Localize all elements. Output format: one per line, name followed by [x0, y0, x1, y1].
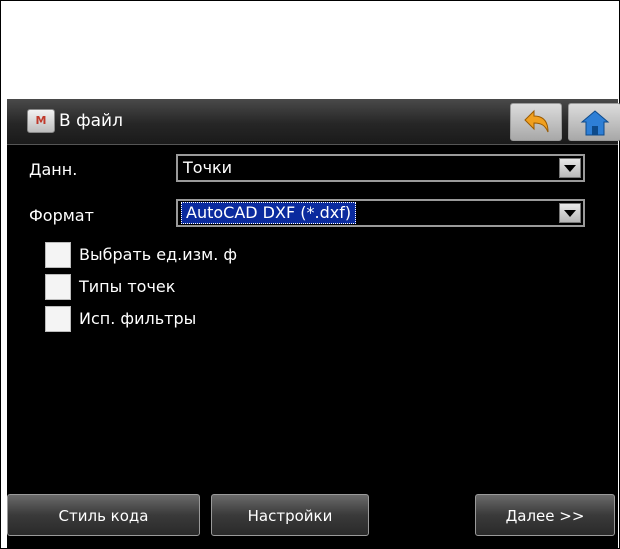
data-label: Данн. — [29, 160, 78, 179]
home-button[interactable] — [568, 103, 620, 141]
chevron-down-icon[interactable] — [559, 158, 581, 178]
chevron-down-icon[interactable] — [559, 203, 581, 223]
app-logo-icon[interactable]: M — [27, 109, 55, 133]
next-button[interactable]: Далее >> — [475, 494, 615, 536]
back-button[interactable] — [510, 103, 562, 141]
settings-button[interactable]: Настройки — [211, 494, 369, 536]
undo-arrow-icon — [524, 109, 549, 133]
checkbox-label: Типы точек — [79, 277, 176, 296]
checkbox-label: Исп. фильтры — [79, 309, 197, 328]
title-bar: M В файл — [7, 99, 620, 145]
window-title: В файл — [59, 111, 123, 131]
checkbox-label: Выбрать ед.изм. ф — [79, 245, 238, 264]
code-style-button[interactable]: Стиль кода — [7, 494, 200, 536]
format-dropdown-value: AutoCAD DXF (*.dxf) — [181, 202, 357, 224]
format-dropdown[interactable]: AutoCAD DXF (*.dxf) — [176, 199, 585, 227]
checkbox[interactable] — [45, 306, 71, 332]
app-screen: M В файл Данн. Точки Формат AutoCAD DXF … — [7, 99, 620, 549]
checkbox[interactable] — [45, 242, 71, 268]
data-dropdown-value: Точки — [183, 158, 233, 177]
data-dropdown[interactable]: Точки — [176, 154, 585, 182]
format-label: Формат — [29, 206, 94, 225]
home-icon — [580, 110, 610, 136]
checkbox[interactable] — [45, 274, 71, 300]
